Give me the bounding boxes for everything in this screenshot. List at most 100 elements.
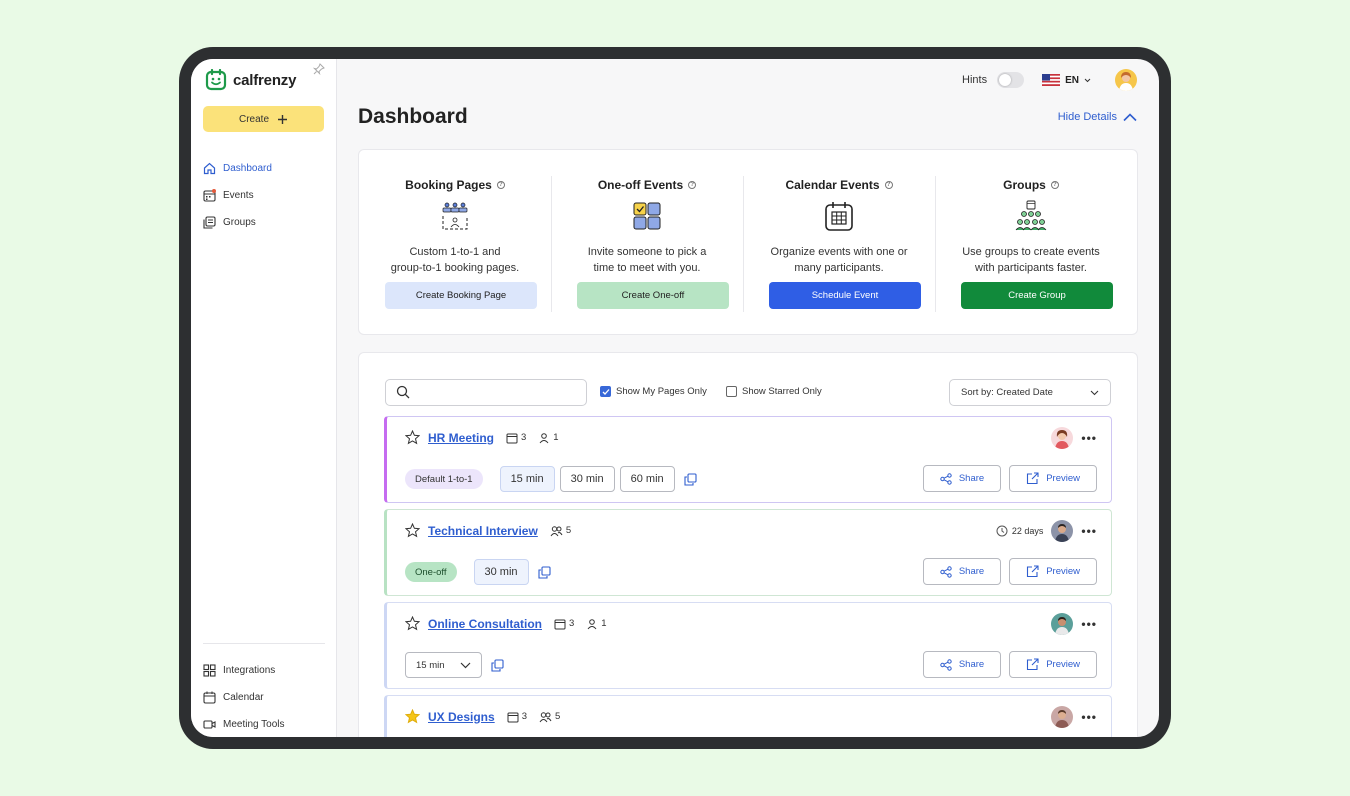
duration-option[interactable]: 30 min bbox=[559, 466, 615, 492]
star-outline-icon[interactable] bbox=[405, 523, 420, 538]
pin-icon[interactable] bbox=[313, 63, 325, 75]
create-booking-page-button[interactable]: Create Booking Page bbox=[385, 282, 537, 309]
list-item: Technical Interview 5 22 days ••• One-of… bbox=[384, 509, 1112, 596]
language-code: EN bbox=[1065, 74, 1079, 86]
search-input[interactable] bbox=[385, 379, 587, 406]
owner-avatar[interactable] bbox=[1051, 520, 1074, 542]
more-options-icon[interactable]: ••• bbox=[1081, 431, 1097, 445]
groups-feature-icon bbox=[1015, 200, 1047, 231]
help-icon[interactable]: ? bbox=[496, 181, 505, 189]
feature-one-off-events: One-off Events? Invite someone to pick a… bbox=[551, 150, 743, 334]
share-icon bbox=[940, 565, 952, 578]
calendar-count-value: 3 bbox=[521, 711, 527, 722]
user-avatar[interactable] bbox=[1115, 69, 1137, 91]
nav-item-meeting-tools[interactable]: Meeting Tools bbox=[203, 711, 325, 737]
more-options-icon[interactable]: ••• bbox=[1081, 617, 1097, 631]
hide-details-link[interactable]: Hide Details bbox=[1058, 111, 1137, 123]
feature-title: Booking Pages bbox=[405, 178, 492, 192]
booking-pages-icon bbox=[442, 202, 468, 230]
external-link-icon bbox=[1027, 565, 1039, 578]
share-button[interactable]: Share bbox=[922, 651, 1002, 678]
item-title-link[interactable]: HR Meeting bbox=[428, 431, 494, 445]
owner-avatar[interactable] bbox=[1051, 706, 1074, 728]
video-icon bbox=[203, 720, 216, 729]
copy-icon[interactable] bbox=[491, 658, 504, 672]
sort-select[interactable]: Sort by: Created Date bbox=[949, 379, 1111, 406]
calendar-icon bbox=[203, 189, 216, 202]
calendar-count-value: 3 bbox=[569, 618, 575, 629]
help-icon[interactable]: ? bbox=[884, 181, 893, 189]
nav-label: Meeting Tools bbox=[223, 719, 285, 730]
create-button[interactable]: Create bbox=[203, 106, 324, 132]
preview-button[interactable]: Preview bbox=[1009, 465, 1097, 492]
chevron-down-icon bbox=[460, 662, 471, 668]
people-count: 1 bbox=[586, 618, 607, 630]
share-button[interactable]: Share bbox=[922, 465, 1002, 492]
preview-label: Preview bbox=[1046, 566, 1080, 577]
avatar-image-icon bbox=[1055, 430, 1070, 449]
share-button[interactable]: Share bbox=[922, 558, 1002, 585]
star-outline-icon[interactable] bbox=[405, 616, 420, 631]
show-my-pages-filter[interactable]: Show My Pages Only bbox=[600, 386, 707, 397]
star-outline-icon[interactable] bbox=[405, 430, 420, 445]
nav-item-groups[interactable]: Groups bbox=[203, 209, 325, 236]
preview-label: Preview bbox=[1046, 473, 1080, 484]
main-content: Hints EN Dashboard Hide Details Booking … bbox=[338, 59, 1159, 737]
show-starred-checkbox[interactable] bbox=[726, 386, 737, 397]
language-selector[interactable]: EN bbox=[1042, 74, 1091, 86]
preview-button[interactable]: Preview bbox=[1009, 558, 1097, 585]
nav-label: Calendar bbox=[223, 692, 264, 703]
list-item: HR Meeting 3 1 ••• Default 1-to-1 15 min… bbox=[384, 416, 1112, 503]
duration-option[interactable]: 60 min bbox=[619, 466, 675, 492]
nav-item-calendar[interactable]: Calendar bbox=[203, 684, 325, 711]
create-one-off-button[interactable]: Create One-off bbox=[577, 282, 729, 309]
expiry-indicator: 22 days bbox=[996, 525, 1043, 537]
create-group-button[interactable]: Create Group bbox=[961, 282, 1113, 309]
calendar-icon bbox=[507, 712, 519, 722]
duration-select-value: 15 min bbox=[416, 659, 445, 671]
nav-item-dashboard[interactable]: Dashboard bbox=[203, 155, 325, 182]
nav-item-events[interactable]: Events bbox=[203, 182, 325, 209]
booking-list-card: Show My Pages Only Show Starred Only Sor… bbox=[358, 352, 1138, 737]
help-icon[interactable]: ? bbox=[688, 181, 697, 189]
star-filled-icon[interactable] bbox=[405, 709, 420, 724]
app-name: calfrenzy bbox=[233, 71, 297, 89]
nav-item-integrations[interactable]: Integrations bbox=[203, 657, 325, 684]
feature-desc-line: time to meet with you. bbox=[593, 262, 701, 274]
people-count-value: 1 bbox=[601, 618, 607, 629]
quick-actions-card: Booking Pages? Custom 1-to-1 and group-to… bbox=[358, 149, 1138, 335]
hints-toggle[interactable] bbox=[997, 72, 1025, 88]
item-title-link[interactable]: Technical Interview bbox=[428, 524, 538, 538]
duration-option[interactable]: 15 min bbox=[499, 466, 555, 492]
help-icon[interactable]: ? bbox=[1050, 181, 1059, 189]
copy-icon[interactable] bbox=[537, 565, 551, 579]
share-label: Share bbox=[958, 566, 985, 577]
chevron-up-icon bbox=[1123, 112, 1137, 121]
duration-select[interactable]: 15 min bbox=[405, 652, 482, 678]
feature-calendar-events: Calendar Events? Organize events with on… bbox=[743, 150, 935, 334]
owner-avatar[interactable] bbox=[1051, 427, 1074, 449]
more-options-icon[interactable]: ••• bbox=[1081, 710, 1097, 724]
logo[interactable]: calfrenzy bbox=[205, 69, 296, 91]
nav-label: Events bbox=[223, 190, 254, 201]
preview-button[interactable]: Preview bbox=[1009, 651, 1097, 678]
schedule-event-button[interactable]: Schedule Event bbox=[769, 282, 921, 309]
show-starred-filter[interactable]: Show Starred Only bbox=[726, 386, 822, 397]
people-count: 1 bbox=[538, 432, 559, 444]
item-title-link[interactable]: Online Consultation bbox=[428, 617, 542, 631]
copy-icon[interactable] bbox=[684, 472, 697, 486]
people-count-value: 5 bbox=[565, 525, 572, 536]
show-my-pages-checkbox[interactable] bbox=[600, 386, 611, 397]
more-options-icon[interactable]: ••• bbox=[1081, 524, 1097, 538]
feature-desc-line: with participants faster. bbox=[975, 262, 1087, 274]
groups-icon bbox=[203, 216, 216, 229]
feature-title: Calendar Events bbox=[785, 178, 880, 192]
owner-avatar[interactable] bbox=[1051, 613, 1074, 635]
duration-option[interactable]: 30 min bbox=[473, 559, 529, 585]
item-title-link[interactable]: UX Designs bbox=[428, 710, 495, 724]
preview-label: Preview bbox=[1046, 659, 1080, 670]
people-count-value: 1 bbox=[553, 432, 559, 443]
people-count: 5 bbox=[539, 711, 560, 723]
hide-details-label: Hide Details bbox=[1057, 111, 1117, 123]
feature-desc-line: many participants. bbox=[794, 262, 884, 274]
